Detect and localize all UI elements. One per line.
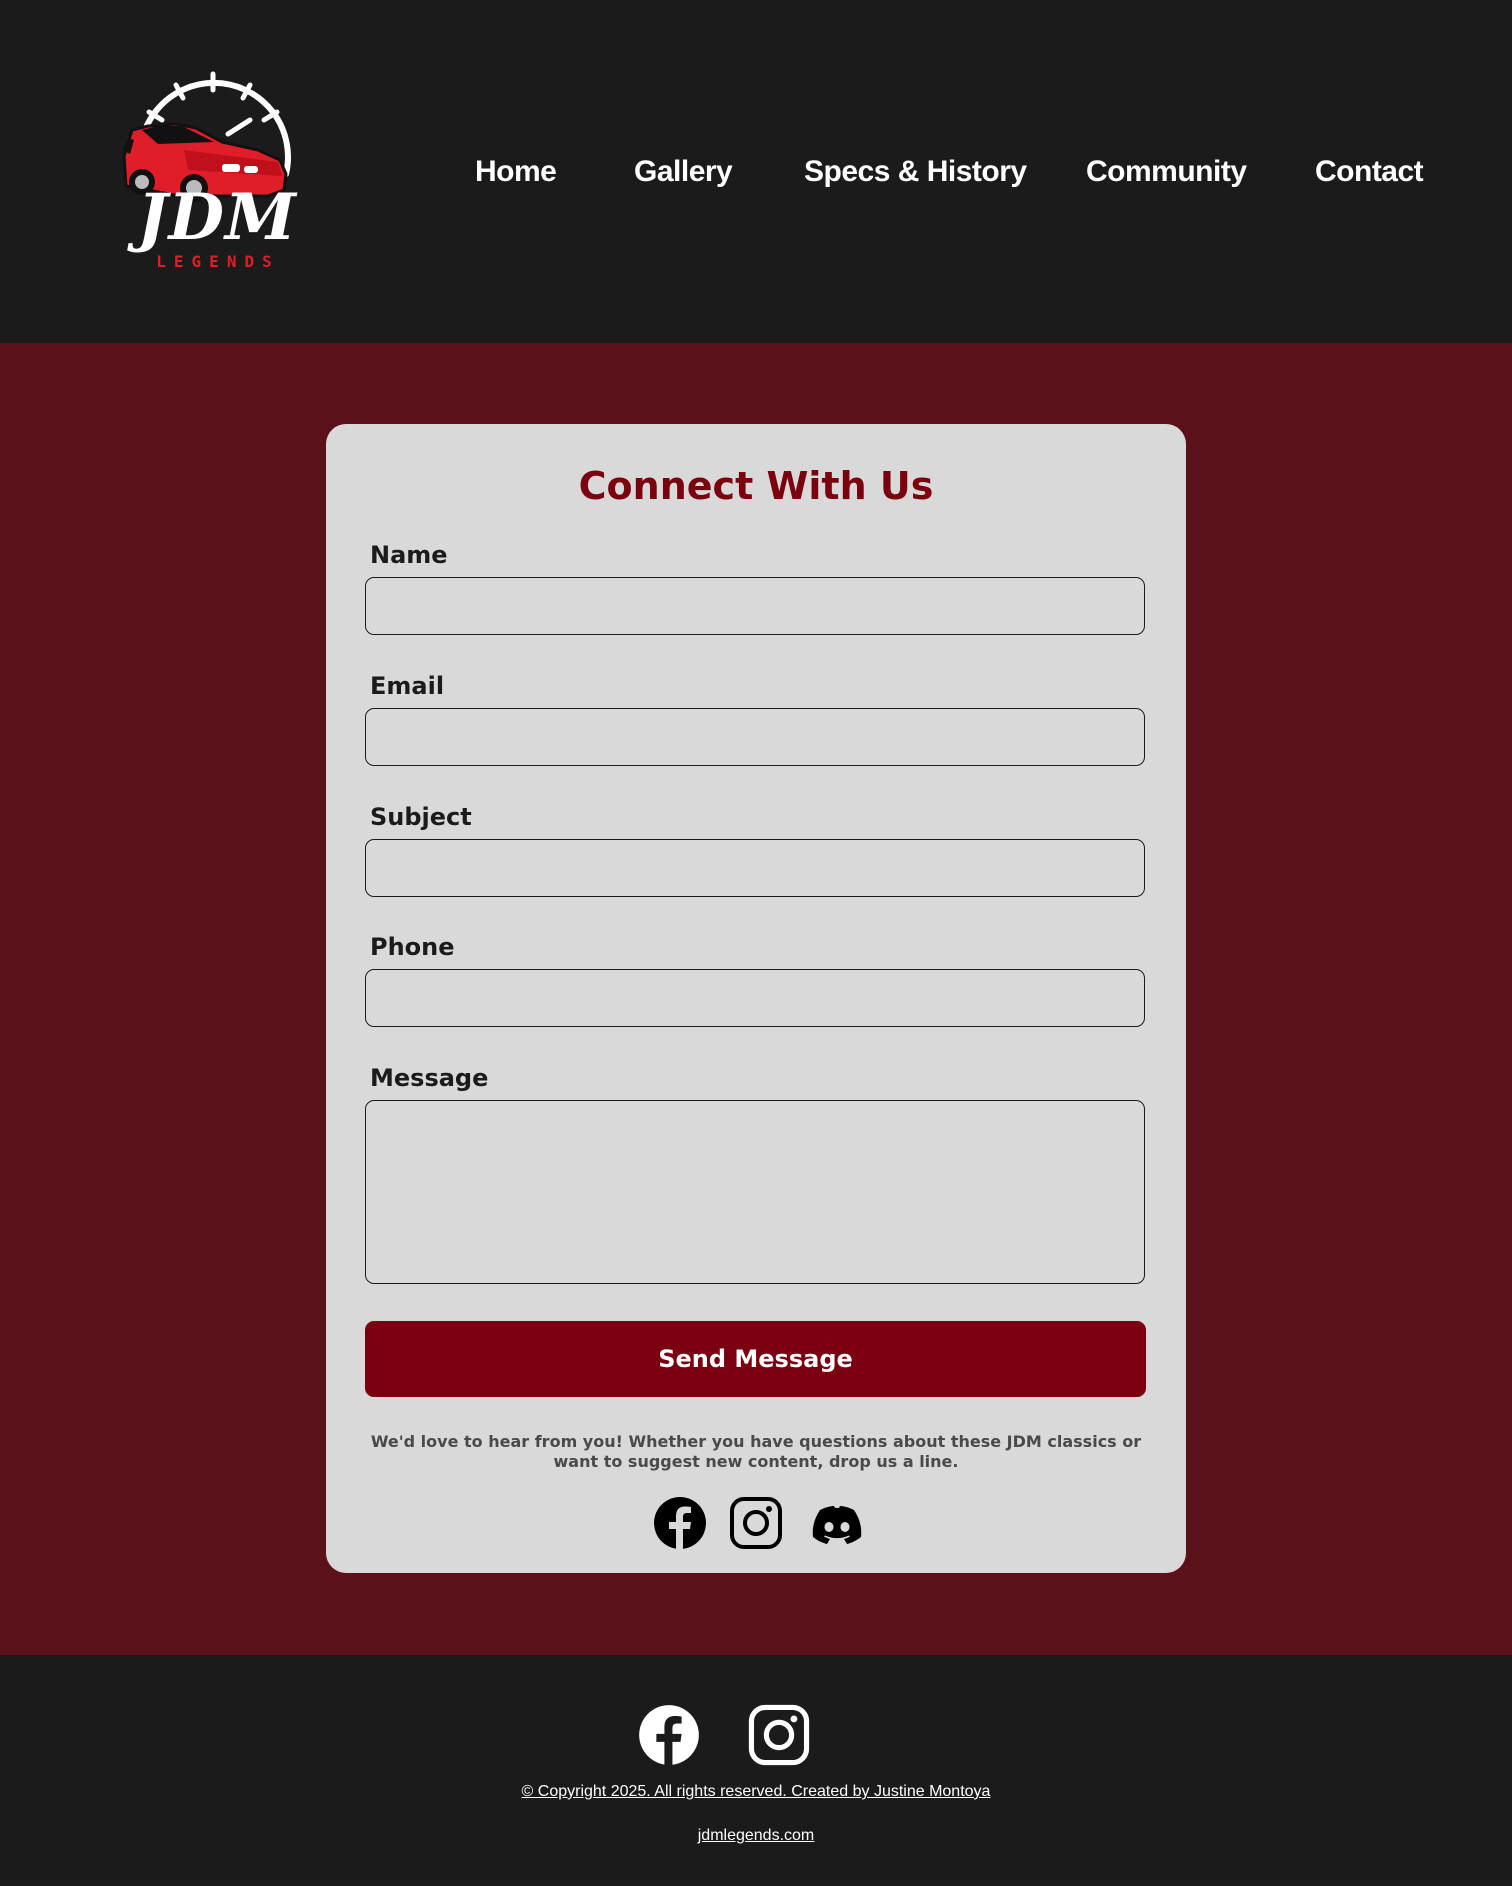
main-nav: Home Gallery Specs & History Community C…: [0, 152, 1512, 192]
message-textarea[interactable]: [365, 1100, 1145, 1284]
nav-link-contact[interactable]: Contact: [1315, 152, 1424, 192]
message-label: Message: [370, 1064, 489, 1092]
instagram-icon[interactable]: [729, 1496, 783, 1552]
nav-link-specs-history[interactable]: Specs & History: [804, 152, 1027, 192]
nav-link-community[interactable]: Community: [1086, 152, 1247, 192]
footer-instagram-icon[interactable]: [748, 1704, 810, 1766]
contact-form-card: Connect With Us Name Email Subject Phone…: [326, 424, 1186, 1573]
footer-facebook-icon[interactable]: [638, 1704, 700, 1766]
phone-input[interactable]: [365, 969, 1145, 1027]
facebook-icon[interactable]: [653, 1496, 707, 1552]
logo-wordmark: JDM: [137, 180, 297, 255]
form-title: Connect With Us: [578, 464, 934, 508]
nav-link-home[interactable]: Home: [475, 152, 557, 192]
site-link-wrapper: jdmlegends.com: [0, 1827, 1512, 1845]
subject-label: Subject: [370, 803, 472, 831]
name-label: Name: [370, 541, 448, 569]
phone-label: Phone: [370, 933, 455, 961]
site-footer: © Copyright 2025. All rights reserved. C…: [0, 1655, 1512, 1886]
nav-link-gallery[interactable]: Gallery: [634, 152, 733, 192]
send-message-button[interactable]: Send Message: [365, 1321, 1146, 1397]
subject-input[interactable]: [365, 839, 1145, 897]
contact-note: We'd love to hear from you! Whether you …: [370, 1432, 1142, 1471]
name-input[interactable]: [365, 577, 1145, 635]
site-link[interactable]: jdmlegends.com: [698, 1827, 815, 1844]
email-input[interactable]: [365, 708, 1145, 766]
email-label: Email: [370, 672, 445, 700]
site-header: JDM LEGENDS Home Gallery Specs & History…: [0, 0, 1512, 343]
copyright-text: © Copyright 2025. All rights reserved. C…: [521, 1783, 991, 1800]
logo-subtitle: LEGENDS: [156, 252, 280, 271]
discord-icon[interactable]: [808, 1496, 866, 1552]
